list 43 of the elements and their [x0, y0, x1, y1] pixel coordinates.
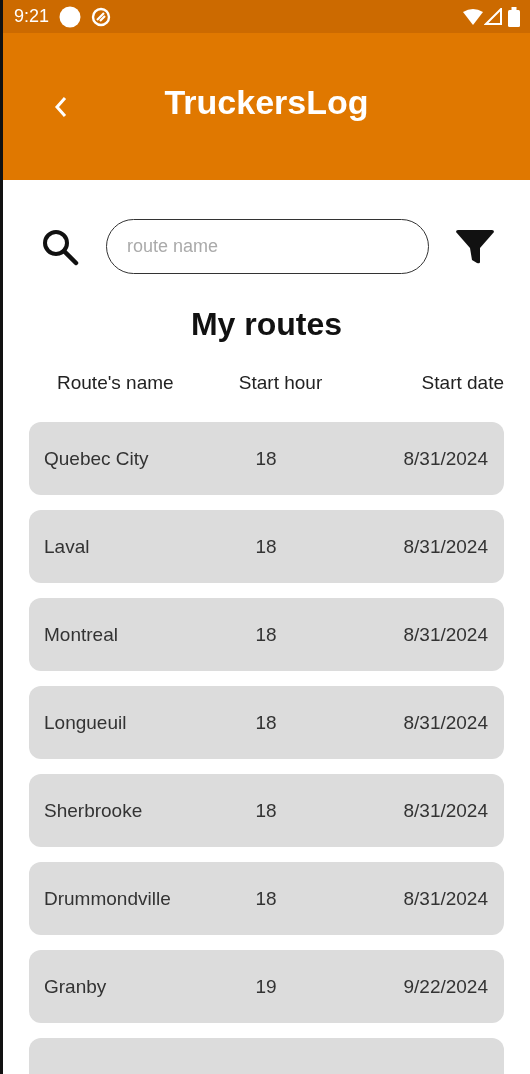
- search-icon[interactable]: [41, 227, 79, 266]
- battery-icon: [508, 6, 520, 27]
- app-title: TruckersLog: [164, 83, 369, 122]
- route-row[interactable]: Sherbrooke 18 8/31/2024: [29, 774, 504, 847]
- start-hour: 18: [255, 447, 277, 470]
- start-hour: 18: [255, 535, 277, 558]
- route-row[interactable]: Granby 19 9/22/2024: [29, 950, 504, 1023]
- route-row[interactable]: Laval 18 8/31/2024: [29, 510, 504, 583]
- search-field[interactable]: route name: [106, 219, 429, 274]
- filter-icon[interactable]: [456, 229, 494, 264]
- start-hour: 18: [255, 711, 277, 734]
- route-row[interactable]: Montreal 18 8/31/2024: [29, 598, 504, 671]
- status-time: 9:21: [14, 6, 50, 27]
- signal-icon: [484, 8, 502, 25]
- start-hour: 18: [255, 799, 277, 822]
- route-name: Drummondville: [44, 887, 171, 910]
- route-name: Quebec City: [44, 447, 149, 470]
- route-name: Montreal: [44, 623, 118, 646]
- route-name: Granby: [44, 975, 107, 998]
- start-date: 8/31/2024: [403, 535, 488, 558]
- route-row[interactable]: Quebec City 18 8/31/2024: [29, 422, 504, 495]
- start-date: 8/31/2024: [403, 623, 488, 646]
- column-header: Route's name: [57, 372, 175, 394]
- route-name: Laval: [44, 535, 90, 558]
- column-header: Start date: [421, 372, 504, 394]
- back-icon[interactable]: [53, 94, 69, 119]
- route-name: Longueuil: [44, 711, 127, 734]
- wifi-icon: [463, 8, 483, 25]
- start-hour: 18: [255, 623, 277, 646]
- start-date: 8/31/2024: [403, 799, 488, 822]
- start-date: 8/31/2024: [403, 711, 488, 734]
- route-name: Sherbrooke: [44, 799, 143, 822]
- start-hour: 19: [255, 975, 277, 998]
- start-hour: 18: [255, 887, 277, 910]
- route-row[interactable]: Longueuil 18 8/31/2024: [29, 686, 504, 759]
- column-header: Start hour: [238, 372, 323, 394]
- route-row[interactable]: Drummondville 18 8/31/2024: [29, 862, 504, 935]
- notification-dot-icon: [59, 5, 82, 28]
- start-date: 8/31/2024: [403, 447, 488, 470]
- app-status-icon: [91, 6, 112, 27]
- start-date: 9/22/2024: [403, 975, 488, 998]
- start-date: 8/31/2024: [403, 887, 488, 910]
- page-heading: My routes: [189, 305, 344, 344]
